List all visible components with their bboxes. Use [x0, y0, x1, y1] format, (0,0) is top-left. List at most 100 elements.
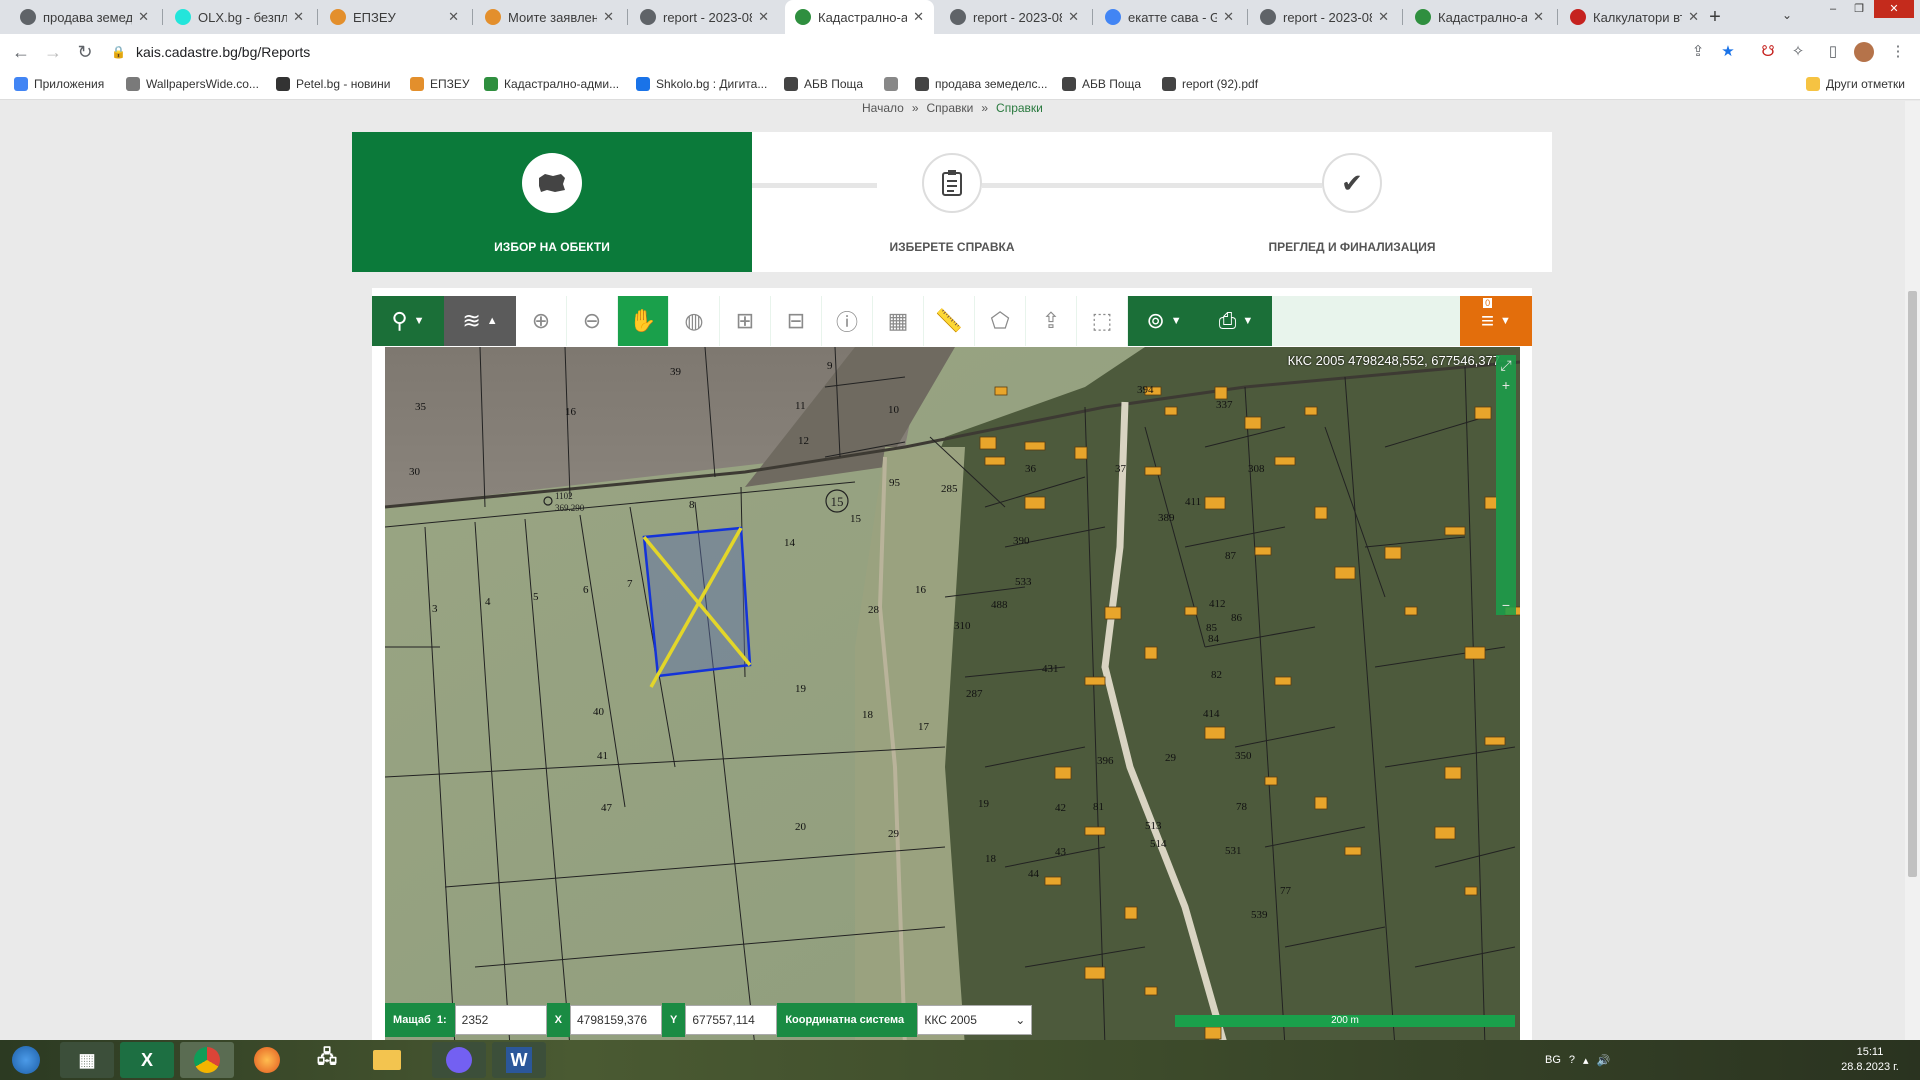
start-button[interactable] — [2, 1042, 50, 1078]
close-tab-icon[interactable]: ✕ — [913, 9, 924, 25]
profile-avatar[interactable] — [1854, 42, 1874, 62]
select-rectangle-add-button[interactable]: ⊞ — [720, 296, 770, 346]
taskbar-app-remote[interactable]: 🖧 — [300, 1042, 354, 1078]
zoom-in-button[interactable]: ⊕ — [516, 296, 566, 346]
browser-tab[interactable]: report - 2023-08 ✕ — [630, 0, 779, 34]
bookmark-item[interactable]: ЕПЗЕУ — [410, 77, 470, 91]
clear-selection-button[interactable]: ⬚ — [1077, 296, 1127, 346]
x-coordinate-input[interactable]: 4798159,376 — [570, 1005, 662, 1035]
bookmark-item[interactable]: WallpapersWide.co... — [126, 77, 259, 91]
close-tab-icon[interactable]: ✕ — [1068, 9, 1079, 25]
browser-tab[interactable]: Калкулатори въ ✕ — [1560, 0, 1709, 34]
page-scrollbar[interactable] — [1905, 101, 1920, 1040]
step-review-finalize[interactable]: ✔ ПРЕГЛЕД И ФИНАЛИЗАЦИЯ — [1152, 132, 1552, 272]
browser-tab[interactable]: OLX.bg - безпла ✕ — [165, 0, 314, 34]
cadastral-map[interactable]: 1102 369.290 15 39 35 16 9 11 10 12 30 8 15 14 95 28… — [385, 347, 1520, 1040]
bookmark-item[interactable]: продава земеделс... — [915, 77, 1048, 91]
browser-tab[interactable]: Кадастрално-ад ✕ — [1405, 0, 1554, 34]
breadcrumb-home[interactable]: Начало — [862, 101, 904, 119]
close-window-button[interactable]: ✕ — [1874, 0, 1914, 18]
bookmark-item[interactable]: АБВ Поща — [784, 77, 863, 91]
pan-button[interactable]: ✋ — [618, 296, 668, 346]
bookmark-star-icon[interactable]: ★ — [1718, 42, 1738, 62]
y-coordinate-input[interactable]: 677557,114 — [685, 1005, 778, 1035]
new-tab-button[interactable]: + — [1703, 5, 1727, 29]
full-extent-button[interactable]: ◍ — [669, 296, 719, 346]
search-button[interactable]: ⚲ ▼ — [372, 296, 444, 346]
close-tab-icon[interactable]: ✕ — [758, 9, 769, 25]
bookmark-item[interactable]: АБВ Поща — [1062, 77, 1141, 91]
bookmark-item[interactable]: report (92).pdf — [1162, 77, 1258, 91]
close-tab-icon[interactable]: ✕ — [1533, 9, 1544, 25]
layers-button[interactable]: ≋ ▲ — [444, 296, 516, 346]
close-tab-icon[interactable]: ✕ — [448, 9, 459, 25]
address-bar[interactable]: 🔒 kais.cadastre.bg/bg/Reports — [111, 38, 1691, 66]
breadcrumb-reports[interactable]: Справки — [927, 101, 974, 119]
step-choose-report[interactable]: ИЗБЕРЕТЕ СПРАВКА — [752, 132, 1152, 272]
close-tab-icon[interactable]: ✕ — [1688, 9, 1699, 25]
zoom-minus-icon[interactable]: − — [1496, 595, 1516, 615]
close-tab-icon[interactable]: ✕ — [1223, 9, 1234, 25]
browser-tab[interactable]: Кадастрално-ад ✕ — [785, 0, 934, 34]
browser-tab[interactable]: екатте сава - Go ✕ — [1095, 0, 1244, 34]
select-rectangle-remove-button[interactable]: ⊟ — [771, 296, 821, 346]
measure-area-button[interactable]: ⬠ — [975, 296, 1025, 346]
browser-tab[interactable]: ЕПЗЕУ ✕ — [320, 0, 469, 34]
bookmark-item[interactable] — [884, 77, 904, 91]
close-tab-icon[interactable]: ✕ — [293, 9, 304, 25]
info-button[interactable]: ⓘ — [822, 296, 872, 346]
zoom-out-button[interactable]: ⊖ — [567, 296, 617, 346]
measure-distance-button[interactable]: 📏 — [924, 296, 974, 346]
close-tab-icon[interactable]: ✕ — [603, 9, 614, 25]
tray-overflow-icon[interactable]: ▴ — [1583, 1054, 1589, 1067]
bookmark-item[interactable]: Кадастрално-адми... — [484, 77, 619, 91]
language-indicator[interactable]: BG — [1545, 1054, 1561, 1066]
taskbar-app-chrome[interactable] — [180, 1042, 234, 1078]
share-icon[interactable]: ⇪ — [1688, 42, 1708, 62]
close-tab-icon[interactable]: ✕ — [138, 9, 149, 25]
selected-objects-button[interactable]: ≡ 0 ▼ — [1460, 296, 1532, 346]
close-tab-icon[interactable]: ✕ — [1378, 9, 1389, 25]
bookmark-favicon-icon — [484, 77, 498, 91]
help-icon[interactable]: ? — [1569, 1054, 1575, 1066]
taskbar-app-explorer[interactable] — [360, 1042, 414, 1078]
back-icon[interactable]: ← — [10, 41, 32, 63]
forward-icon[interactable]: → — [42, 41, 64, 63]
browser-tab[interactable]: report - 2023-08 ✕ — [1250, 0, 1399, 34]
crs-select[interactable]: ККС 2005 ⌄ — [917, 1005, 1033, 1035]
scrollbar-thumb[interactable] — [1908, 291, 1917, 877]
clock[interactable]: 15:11 28.8.2023 г. — [1830, 1045, 1910, 1075]
location-layers-button[interactable]: ⊚ ▼ — [1128, 296, 1200, 346]
scale-input[interactable]: 2352 — [454, 1005, 547, 1035]
step-select-objects[interactable]: ИЗБОР НА ОБЕКТИ — [352, 132, 752, 272]
browser-menu-icon[interactable]: ⋮ — [1888, 42, 1908, 62]
zoom-plus-icon[interactable]: + — [1496, 375, 1516, 395]
side-panel-icon[interactable]: ▯ — [1823, 42, 1843, 62]
taskbar-app-excel[interactable]: X — [120, 1042, 174, 1078]
zoom-slider[interactable]: ⤢ + − — [1496, 355, 1516, 615]
upload-button[interactable]: ⇪ — [1026, 296, 1076, 346]
taskbar-app-word[interactable]: W — [492, 1042, 546, 1078]
maximize-button[interactable]: ❐ — [1846, 0, 1872, 18]
fullscreen-icon[interactable]: ⤢ — [1496, 355, 1516, 375]
other-bookmarks[interactable]: Други отметки — [1806, 77, 1905, 91]
taskbar-app-calculator[interactable]: ▦ — [60, 1042, 114, 1078]
print-button[interactable]: ⎙ ▼ — [1200, 296, 1272, 346]
map-canvas[interactable]: 1102 369.290 15 3935 16911 1012308151495 28… — [385, 347, 1520, 1040]
taskbar-app-firefox[interactable] — [240, 1042, 294, 1078]
extensions-puzzle-icon[interactable]: ✧ — [1788, 42, 1808, 62]
bookmark-item[interactable]: Приложения — [14, 77, 104, 91]
minimize-button[interactable]: – — [1820, 0, 1846, 18]
browser-tab[interactable]: продава земеде ✕ — [10, 0, 159, 34]
taskbar-app-viber[interactable] — [432, 1042, 486, 1078]
tab-search-chevron-icon[interactable]: ⌄ — [1782, 8, 1792, 22]
browser-tab[interactable]: Моите заявлени ✕ — [475, 0, 624, 34]
volume-icon[interactable]: 🔊 — [1597, 1054, 1611, 1067]
extension-red-icon[interactable]: ☋ — [1758, 42, 1778, 62]
bookmark-item[interactable]: Petel.bg - новини — [276, 77, 390, 91]
reload-icon[interactable]: ↻ — [74, 41, 96, 63]
bookmark-item[interactable]: Shkolo.bg : Дигита... — [636, 77, 767, 91]
attribute-table-button[interactable]: ▦ — [873, 296, 923, 346]
browser-tab[interactable]: report - 2023-08 ✕ — [940, 0, 1089, 34]
zoom-track[interactable] — [1496, 395, 1516, 595]
